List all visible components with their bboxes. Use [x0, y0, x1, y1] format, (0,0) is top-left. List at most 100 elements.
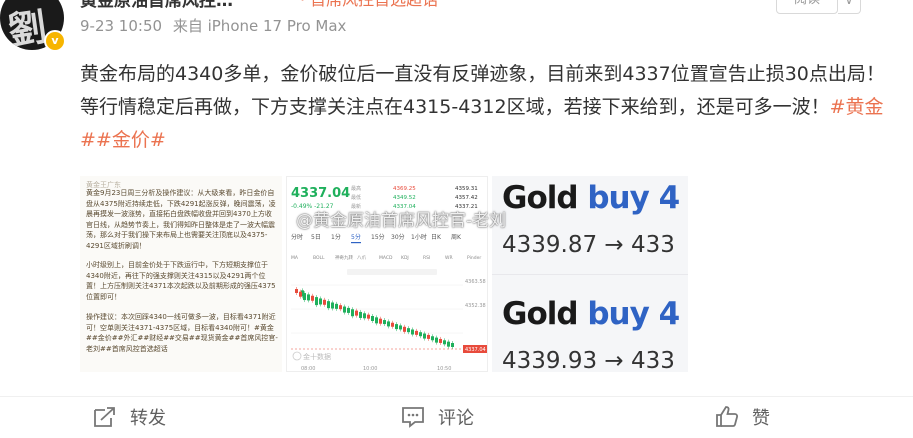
candle-body [419, 332, 422, 337]
axis-price-current: 4337.04 [465, 347, 486, 353]
indicator-tab[interactable]: 八爪 [357, 256, 366, 261]
candle-body [355, 310, 358, 316]
post-source: 来自 iPhone 17 Pro Max [172, 17, 347, 35]
timeframe-tab[interactable]: 1分 [331, 233, 341, 241]
chart-banner [347, 269, 437, 275]
candle-body [439, 338, 442, 343]
read-button[interactable]: 阅读 [776, 0, 838, 14]
candle-body [319, 298, 322, 305]
candle-body [335, 303, 338, 309]
signal-2-price: 4339.93 → 433 [502, 348, 675, 372]
indicator-tab[interactable]: 神奇九转 [335, 254, 353, 261]
repost-button[interactable]: 转发 [92, 404, 166, 430]
timeframe-tab[interactable]: 15分 [371, 233, 385, 241]
candle-body [427, 334, 430, 339]
time-label-1: 08:00 [301, 366, 315, 372]
hashtag-gold-price[interactable]: #金价# [96, 129, 166, 151]
candle-body [307, 294, 310, 301]
timeframe-tab[interactable]: 1小时 [411, 233, 427, 241]
candle-body [399, 325, 402, 330]
topic-link[interactable]: · 首席风控首选超话 [300, 0, 438, 10]
post-image-signals[interactable]: Gold buy 4 4339.87 → 433 Gold buy 4 4339… [492, 176, 688, 372]
time-label-2: 10:00 [363, 366, 377, 372]
candles [295, 287, 454, 349]
logo-icon [292, 351, 302, 361]
candle-body [407, 328, 410, 333]
candle-body [315, 297, 318, 306]
indicator-tab[interactable]: BOLL [313, 255, 325, 261]
indicator-tab[interactable]: WR [445, 255, 453, 261]
candle-body [327, 301, 330, 309]
axis-price-1: 4363.58 [465, 279, 486, 285]
post-body: 黄金布局的4340多单，金价破位后一直没有反弹迹象，目前来到4337位置宣告止损… [80, 63, 885, 118]
candle-body [387, 321, 390, 327]
comment-button[interactable]: 评论 [400, 404, 474, 430]
candle-body [347, 307, 350, 313]
candle-body [367, 314, 370, 319]
stat-2: 4349.52 [393, 195, 416, 201]
analysis-paragraph-1: 黄金9月23日周三分析及操作建议：从大级来看，昨日金价自盘从4375附近持续走低… [86, 189, 276, 250]
comment-icon [400, 405, 426, 429]
signal-line-1: Gold buy 4 [502, 180, 680, 216]
timeframe-tab[interactable]: 分时 [291, 233, 303, 241]
signal-1-gold: Gold [502, 180, 579, 216]
timeframe-tabs: 分时 5日 1分 5分 15分 30分 1小时 日K 周K [291, 233, 462, 244]
post-meta: 9-23 10:50 来自 iPhone 17 Pro Max [80, 15, 352, 36]
indicator-tab[interactable]: Pinder [467, 255, 481, 261]
timeframe-tab[interactable]: 5分 [351, 233, 361, 241]
signal-2-gold: Gold [502, 296, 579, 332]
timeframe-tab[interactable]: 30分 [391, 233, 405, 241]
indicator-tab[interactable]: KDJ [401, 255, 409, 261]
candle-body [379, 318, 382, 324]
repost-label: 转发 [130, 408, 166, 429]
candle-body [359, 311, 362, 318]
candle-body [375, 317, 378, 324]
candle-body [371, 316, 374, 321]
candle-body [447, 341, 450, 347]
chart-logo: 金十数据 [303, 352, 331, 361]
username[interactable]: 黄金原油首席风控… [80, 0, 233, 11]
chevron-down-icon[interactable]: ∨ [838, 0, 861, 14]
candle-body [443, 340, 446, 345]
post-image-analysis[interactable]: 黄金王广东 黄金9月23日周三分析及操作建议：从大级来看，昨日金价自盘从4375… [80, 176, 282, 372]
post-text: 黄金布局的4340多单，金价破位后一直没有反弹迹象，目前来到4337位置宣告止损… [80, 58, 895, 157]
timestamp[interactable]: 9-23 10:50 [80, 17, 162, 35]
axis-price-2: 4352.38 [465, 303, 486, 309]
candle-body [383, 320, 386, 325]
timeframe-tab[interactable]: 周K [451, 234, 462, 241]
repost-icon [92, 405, 118, 429]
quote-price: 4337.04 [291, 186, 350, 201]
signal-1-price: 4339.87 → 433 [502, 232, 675, 258]
candle-body [415, 330, 418, 335]
signal-line-2: Gold buy 4 [502, 296, 680, 332]
candle-body [343, 306, 346, 313]
verified-badge-icon: v [44, 30, 66, 52]
like-label: 赞 [752, 408, 770, 429]
avatar-glyph: 劉 [5, 3, 50, 50]
candle-body [323, 299, 326, 305]
candle-body [451, 343, 454, 347]
candle-body [351, 309, 354, 317]
candle-body [295, 289, 298, 293]
candle-body [299, 291, 302, 297]
stat-4: 4359.31 [455, 186, 478, 192]
like-button[interactable]: 赞 [714, 404, 770, 430]
indicator-tab[interactable]: MACD [379, 255, 393, 261]
candle-body [423, 333, 426, 339]
thumbs-up-icon [714, 405, 740, 429]
candle-body [411, 329, 414, 335]
comment-label: 评论 [438, 408, 474, 429]
timeframe-tab[interactable]: 日K [431, 234, 442, 241]
stat-1: 4369.25 [393, 186, 416, 192]
footer-divider [0, 396, 913, 397]
candle-body [339, 305, 342, 310]
analysis-paragraph-3: 操作建议：本次回踩4340一线可做多一波，目标看4371附近可！空单则关注437… [86, 313, 278, 353]
indicator-tab[interactable]: MA [291, 255, 299, 261]
timeframe-tab[interactable]: 5日 [311, 234, 321, 241]
signal-1-action: buy 4 [587, 180, 680, 216]
stat-label-high: 最高 [351, 185, 361, 192]
indicator-tab[interactable]: RSI [423, 255, 430, 261]
candle-body [391, 322, 394, 327]
stat-5: 4357.42 [455, 195, 478, 201]
signal-2-action: buy 4 [587, 296, 680, 332]
